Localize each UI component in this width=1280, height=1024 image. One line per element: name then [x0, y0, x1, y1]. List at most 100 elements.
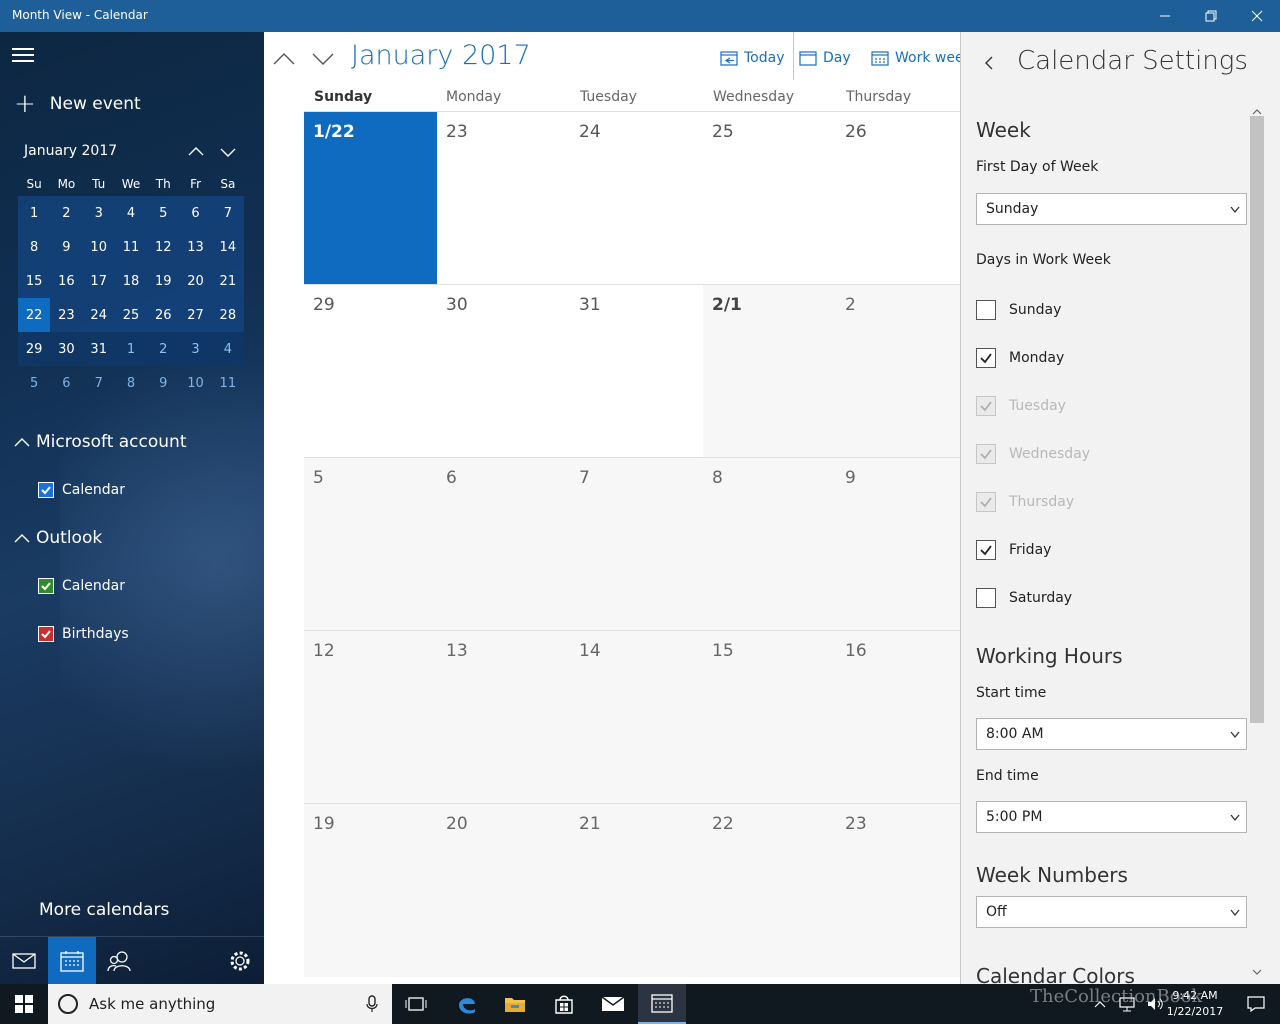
- day-cell[interactable]: 29: [304, 285, 437, 458]
- day-cell[interactable]: 24: [570, 112, 703, 285]
- mail-app-button[interactable]: [589, 984, 637, 1024]
- day-cell[interactable]: 13: [437, 631, 570, 804]
- calendar-toggle-outlook-calendar[interactable]: Calendar: [38, 578, 125, 594]
- day-cell[interactable]: 9: [836, 458, 960, 631]
- mini-calendar-day[interactable]: 2: [50, 196, 83, 230]
- calendar-toggle-outlook-birthdays[interactable]: Birthdays: [38, 626, 129, 642]
- mini-calendar-day[interactable]: 11: [212, 366, 244, 400]
- mini-calendar-day[interactable]: 20: [179, 264, 212, 298]
- day-cell[interactable]: 16: [836, 631, 960, 804]
- mini-calendar-day[interactable]: 30: [50, 332, 83, 366]
- calendar-nav-button[interactable]: [48, 937, 96, 984]
- work-day-checkbox[interactable]: Monday: [976, 348, 1064, 368]
- work-day-checkbox[interactable]: Saturday: [976, 588, 1072, 608]
- checkbox-icon[interactable]: [976, 588, 996, 608]
- mini-calendar-day[interactable]: 3: [179, 332, 212, 366]
- search-box[interactable]: Ask me anything: [48, 984, 392, 1024]
- checkmark-icon[interactable]: [976, 540, 996, 560]
- first-day-select[interactable]: Sunday: [976, 193, 1247, 225]
- mini-calendar-day[interactable]: 17: [82, 264, 115, 298]
- mini-calendar-day[interactable]: 21: [211, 264, 244, 298]
- mini-calendar-next-button[interactable]: [218, 142, 238, 162]
- today-button[interactable]: Today: [720, 47, 785, 69]
- account-header-microsoft[interactable]: Microsoft account: [14, 432, 187, 452]
- mini-calendar-day[interactable]: 2: [147, 332, 180, 366]
- people-nav-button[interactable]: [96, 937, 144, 984]
- mini-calendar-day[interactable]: 25: [114, 298, 148, 332]
- mini-calendar-day[interactable]: 6: [179, 196, 212, 230]
- mini-calendar-day[interactable]: 7: [83, 366, 115, 400]
- mini-calendar-day[interactable]: 11: [114, 230, 148, 264]
- checkbox-icon[interactable]: [38, 626, 54, 642]
- start-time-select[interactable]: 8:00 AM: [976, 718, 1247, 750]
- mini-calendar-day[interactable]: 1: [114, 332, 148, 366]
- work-day-checkbox[interactable]: Sunday: [976, 300, 1061, 320]
- action-center-button[interactable]: [1232, 984, 1280, 1024]
- mini-calendar-day[interactable]: 5: [147, 196, 180, 230]
- work-week-view-button[interactable]: Work week: [871, 47, 960, 69]
- mini-calendar-day[interactable]: 28: [211, 298, 244, 332]
- close-button[interactable]: [1234, 0, 1280, 32]
- task-view-button[interactable]: [392, 984, 440, 1024]
- more-calendars-link[interactable]: More calendars: [39, 900, 169, 920]
- day-view-button[interactable]: Day: [799, 47, 851, 69]
- mini-calendar-day[interactable]: 22: [18, 298, 51, 332]
- day-cell[interactable]: 23: [836, 804, 960, 977]
- day-cell[interactable]: 19: [304, 804, 437, 977]
- back-button[interactable]: [979, 52, 999, 74]
- day-cell[interactable]: 2: [836, 285, 960, 458]
- day-cell[interactable]: 25: [703, 112, 836, 285]
- mini-calendar-day[interactable]: 12: [147, 230, 180, 264]
- checkbox-icon[interactable]: [976, 300, 996, 320]
- calendar-toggle-microsoft-calendar[interactable]: Calendar: [38, 482, 125, 498]
- day-cell[interactable]: 6: [437, 458, 570, 631]
- store-button[interactable]: [540, 984, 588, 1024]
- mini-calendar-day[interactable]: 13: [179, 230, 212, 264]
- mini-calendar-day[interactable]: 29: [18, 332, 51, 366]
- settings-nav-button[interactable]: [216, 937, 264, 984]
- day-cell[interactable]: 23: [437, 112, 570, 285]
- mini-calendar-day[interactable]: 8: [18, 230, 51, 264]
- day-cell[interactable]: 21: [570, 804, 703, 977]
- mini-calendar-day[interactable]: 27: [179, 298, 212, 332]
- mini-calendar-prev-button[interactable]: [186, 142, 206, 162]
- scroll-up-button[interactable]: [1251, 102, 1263, 115]
- day-cell[interactable]: 7: [570, 458, 703, 631]
- month-title[interactable]: January 2017: [351, 40, 531, 71]
- mini-calendar-day[interactable]: 4: [211, 332, 244, 366]
- scroll-down-button[interactable]: [1251, 962, 1263, 975]
- mini-calendar-day[interactable]: 3: [82, 196, 115, 230]
- end-time-select[interactable]: 5:00 PM: [976, 801, 1247, 833]
- day-cell[interactable]: 2/1: [703, 285, 836, 458]
- mini-calendar-day[interactable]: 14: [211, 230, 244, 264]
- mini-calendar-day[interactable]: 23: [50, 298, 83, 332]
- mini-calendar-day[interactable]: 10: [82, 230, 115, 264]
- mini-calendar-day[interactable]: 8: [115, 366, 147, 400]
- day-cell[interactable]: 31: [570, 285, 703, 458]
- edge-button[interactable]: [443, 984, 491, 1024]
- account-header-outlook[interactable]: Outlook: [14, 528, 102, 548]
- mini-calendar-day[interactable]: 19: [147, 264, 180, 298]
- file-explorer-button[interactable]: [491, 984, 539, 1024]
- mini-calendar-day[interactable]: 7: [211, 196, 244, 230]
- week-numbers-select[interactable]: Off: [976, 896, 1247, 928]
- checkbox-icon[interactable]: [38, 482, 54, 498]
- mini-calendar-day[interactable]: 6: [50, 366, 82, 400]
- next-month-button[interactable]: [308, 46, 338, 72]
- minimize-button[interactable]: [1142, 0, 1188, 32]
- mini-calendar-day[interactable]: 18: [114, 264, 148, 298]
- day-cell[interactable]: 20: [437, 804, 570, 977]
- mini-calendar-day[interactable]: 9: [50, 230, 83, 264]
- day-cell[interactable]: 1/22: [304, 112, 437, 285]
- calendar-app-button[interactable]: [638, 984, 686, 1024]
- mini-calendar-day[interactable]: 16: [50, 264, 83, 298]
- mini-calendar-day[interactable]: 26: [147, 298, 180, 332]
- scrollbar-thumb[interactable]: [1250, 116, 1264, 723]
- day-cell[interactable]: 14: [570, 631, 703, 804]
- mini-calendar-day[interactable]: 4: [114, 196, 148, 230]
- mini-calendar-day[interactable]: 31: [82, 332, 115, 366]
- mini-calendar-day[interactable]: 1: [18, 196, 51, 230]
- day-cell[interactable]: 8: [703, 458, 836, 631]
- mini-calendar-day[interactable]: 5: [18, 366, 50, 400]
- day-cell[interactable]: 12: [304, 631, 437, 804]
